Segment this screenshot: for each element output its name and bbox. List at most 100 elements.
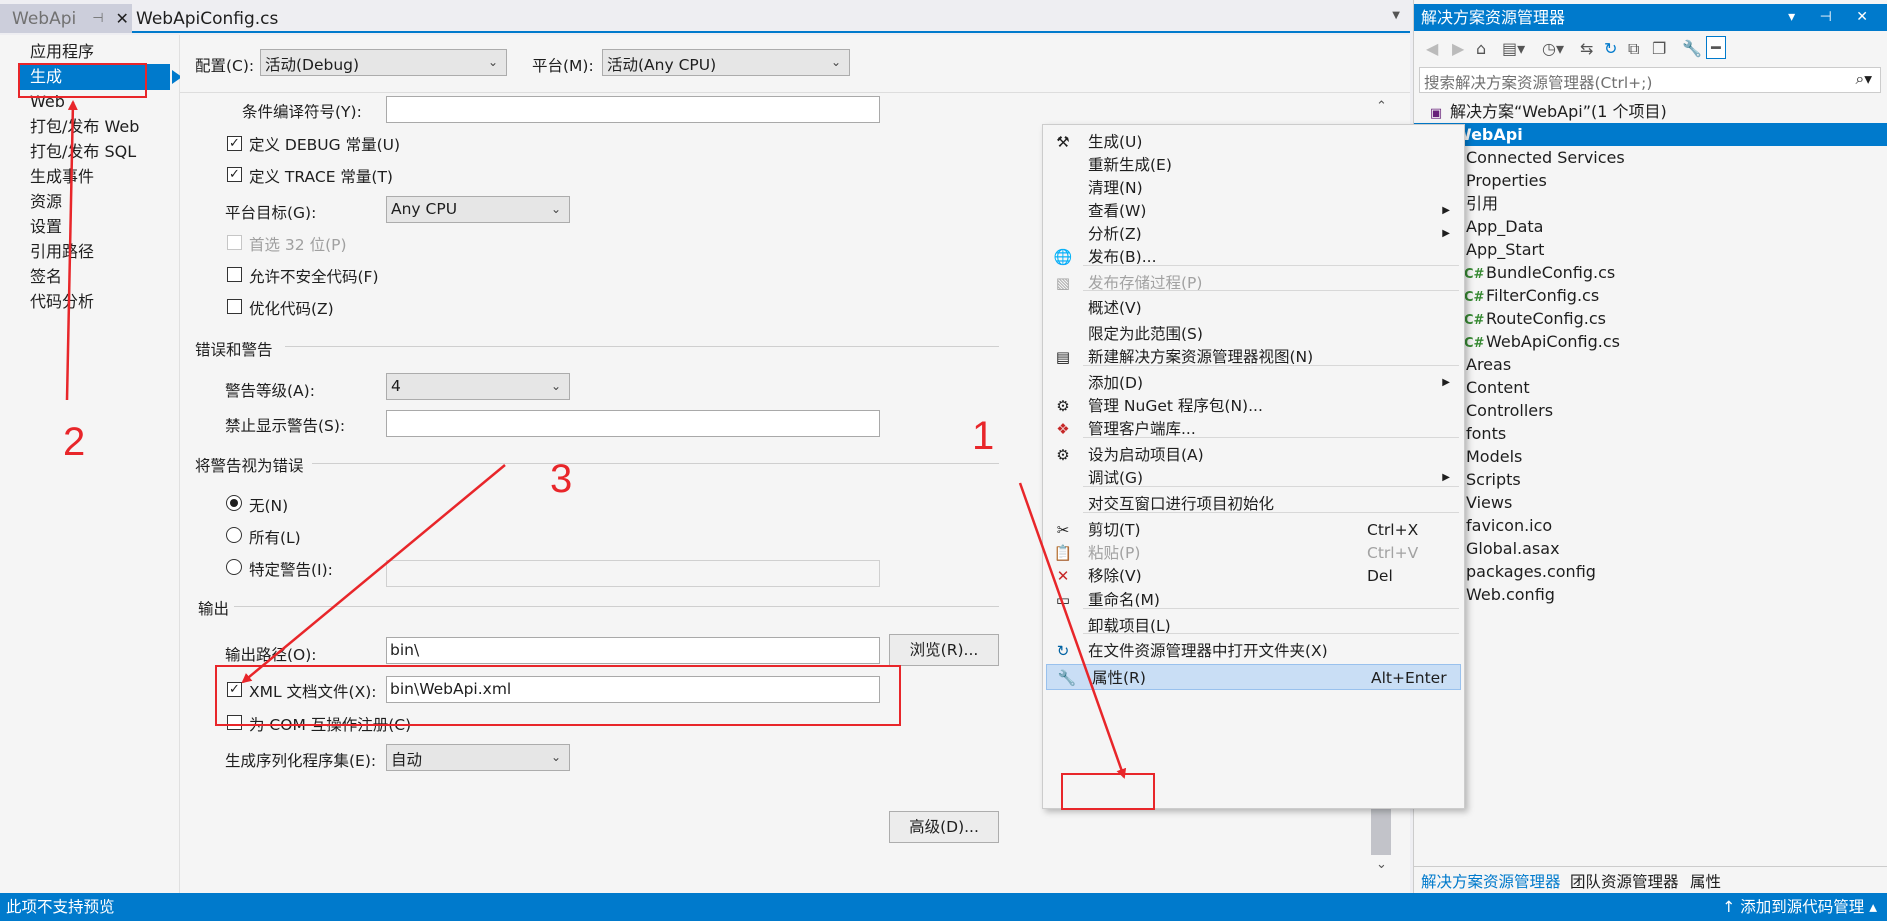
menu-item-label: 重命名(M) [1088,591,1160,609]
tab-properties[interactable]: 属性 [1690,870,1721,892]
nav-item-settings[interactable]: 设置 [20,214,170,240]
menu-item[interactable]: 🔧 属性(R) Alt+Enter [1046,664,1461,690]
nav-item-web[interactable]: Web [20,89,170,115]
nav-item-resources[interactable]: 资源 [20,189,170,215]
nav-item-reference-paths[interactable]: 引用路径 [20,239,170,265]
pending-changes-filter-icon[interactable]: ◷▾ [1542,39,1564,58]
solution-explorer-search-input[interactable]: 搜索解决方案资源管理器(Ctrl+;) ⌕▾ [1419,67,1881,93]
chevron-down-icon: ⌄ [487,55,498,69]
xml-doc-path-input[interactable]: bin\WebApi.xml [386,676,880,703]
config-dropdown[interactable]: 活动(Debug) ⌄ [260,49,507,76]
serialization-dropdown[interactable]: 自动 ⌄ [386,744,570,771]
allow-unsafe-checkbox[interactable] [227,267,242,282]
optimize-checkbox[interactable] [227,299,242,314]
menu-item[interactable]: ↻ 在文件资源管理器中打开文件夹(X) [1043,638,1464,664]
browse-button[interactable]: 浏览(R)... [889,634,999,666]
com-register-label: 为 COM 互操作注册(C) [249,716,412,734]
suppress-warnings-label: 禁止显示警告(S): [225,417,346,435]
tree-item[interactable]: ▷C#BundleConfig.cs [1442,261,1615,284]
nav-item-build[interactable]: 生成 [20,64,182,90]
xml-doc-checkbox[interactable]: ✓ [227,682,242,697]
menu-item[interactable]: ▭ 重命名(M) [1043,587,1464,613]
switch-views-icon[interactable]: ▤▾ [1502,39,1525,58]
menu-item[interactable]: ▧ 发布存储过程(P) [1043,270,1464,296]
radio-all-label: 所有(L) [249,529,301,547]
platform-dropdown[interactable]: 活动(Any CPU) ⌄ [602,49,850,76]
menu-item[interactable]: ❖ 管理客户端库... [1043,416,1464,442]
preview-selected-icon[interactable]: ━ [1706,36,1726,59]
menu-item[interactable]: 概述(V) [1043,295,1464,321]
home-icon[interactable]: ⌂ [1476,39,1486,58]
menu-item[interactable]: 调试(G) ▶ [1043,465,1464,491]
tree-item-label: 解决方案“WebApi”(1 个项目) [1450,102,1667,121]
nav-item-signing[interactable]: 签名 [20,264,170,290]
nav-item-build-events[interactable]: 生成事件 [20,164,170,190]
prefer32-checkbox[interactable] [227,235,242,250]
tab-webapiconfig[interactable]: WebApiConfig.cs [136,4,278,33]
tree-item-solution[interactable]: ▣ 解决方案“WebApi”(1 个项目) [1428,100,1667,123]
define-debug-label: 定义 DEBUG 常量(U) [249,136,401,154]
nav-item-package-web[interactable]: 打包/发布 Web [20,114,170,140]
menu-item[interactable]: 对交互窗口进行项目初始化 [1043,491,1464,517]
menu-item-label: 发布(B)... [1088,248,1157,266]
warning-level-dropdown[interactable]: 4 ⌄ [386,373,570,400]
tree-item[interactable]: ☁Connected Services [1444,146,1625,169]
close-icon[interactable]: ✕ [116,9,129,28]
radio-all[interactable] [226,527,242,543]
platform-label: 平台(M): [532,57,594,75]
tab-webapi-properties[interactable]: WebApi ⊣ ✕ [0,4,132,33]
menu-item-label: 新建解决方案资源管理器视图(N) [1088,348,1314,366]
advanced-button[interactable]: 高级(D)... [889,811,999,843]
tab-overflow-dropdown-icon[interactable]: ▼ [1392,10,1400,21]
define-debug-checkbox[interactable]: ✓ [227,136,242,151]
refresh-icon[interactable]: ↻ [1604,39,1617,58]
platform-target-label: 平台目标(G): [225,204,317,222]
specific-warnings-input[interactable] [386,560,880,587]
collapse-all-icon[interactable]: ⧉ [1628,39,1639,59]
forward-icon[interactable]: ▶ [1452,39,1464,58]
menu-item-label: 对交互窗口进行项目初始化 [1088,495,1275,513]
com-register-checkbox[interactable] [227,715,242,730]
tab-team-explorer[interactable]: 团队资源管理器 [1570,870,1679,892]
menu-item[interactable]: 🌐 发布(B)... [1043,244,1464,270]
menu-item[interactable]: ✕ 移除(V) Del [1043,563,1464,589]
pin-icon[interactable]: ⊣ [92,11,103,26]
cond-symbols-input[interactable] [386,96,880,123]
radio-none[interactable] [226,495,242,511]
add-to-source-control-button[interactable]: ↑ 添加到源代码管理 ▴ [1722,893,1877,921]
tab-solution-explorer[interactable]: 解决方案资源管理器 [1421,870,1561,892]
platform-target-dropdown[interactable]: Any CPU ⌄ [386,196,570,223]
show-all-files-icon[interactable]: ❐ [1652,39,1666,58]
nav-item-package-sql[interactable]: 打包/发布 SQL [20,139,170,165]
tree-item[interactable]: ▷C#FilterConfig.cs [1442,284,1599,307]
properties-wrench-icon[interactable]: 🔧 [1682,39,1702,58]
nav-item-code-analysis[interactable]: 代码分析 [20,289,170,315]
back-icon[interactable]: ◀ [1426,39,1438,58]
panel-window-controls[interactable]: ▾ ⊣ ✕ [1788,4,1878,31]
tree-item[interactable]: 🗋packages.config [1444,560,1596,583]
menu-item[interactable]: 卸载项目(L) [1043,613,1464,639]
csharp-file-icon: C# [1464,313,1485,328]
search-icon[interactable]: ⌕▾ [1856,70,1872,89]
solution-explorer-bottom-tabs: 解决方案资源管理器 团队资源管理器 属性 [1414,866,1887,893]
sync-icon[interactable]: ⇆ [1580,39,1593,58]
wrench-icon: 🔧 [1057,669,1077,687]
scroll-down-icon[interactable]: ⌄ [1376,857,1387,872]
platform-target-value: Any CPU [391,200,458,218]
optimize-label: 优化代码(Z) [249,300,334,318]
menu-item[interactable]: ▤ 新建解决方案资源管理器视图(N) [1043,344,1464,370]
define-trace-checkbox[interactable]: ✓ [227,167,242,182]
tree-item[interactable]: ▷C#RouteConfig.cs [1442,307,1606,330]
output-section-heading: 输出 [198,600,230,618]
output-path-input[interactable]: bin\ [386,637,880,664]
tree-item-label: 引用 [1466,194,1499,213]
nav-item-application[interactable]: 应用程序 [20,39,170,65]
radio-specific[interactable] [226,559,242,575]
chevron-down-icon: ⌄ [550,202,561,216]
suppress-warnings-input[interactable] [386,410,880,437]
scroll-up-icon[interactable]: ⌃ [1376,99,1387,114]
config-divider [180,92,1410,93]
tree-item-project-webapi[interactable]: ◢ ▦WebApi [1414,123,1887,146]
tree-item[interactable]: ▷C#WebApiConfig.cs [1442,330,1620,353]
chevron-down-icon: ⌄ [550,750,561,764]
